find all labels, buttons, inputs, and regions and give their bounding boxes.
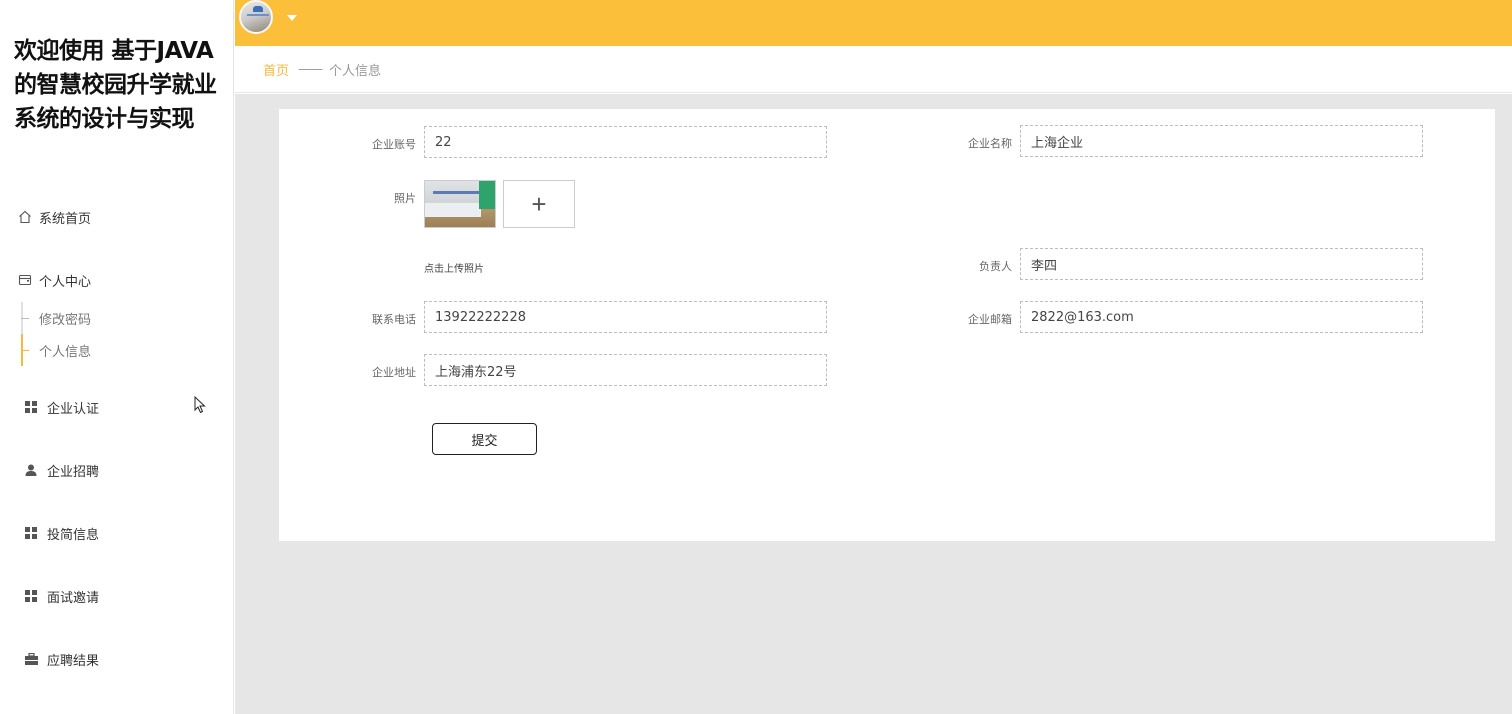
submit-button[interactable]: 提交 [432, 423, 537, 455]
phone-label: 联系电话 [372, 313, 416, 326]
mouse-cursor-icon [194, 396, 206, 414]
photo-thumbnail[interactable] [424, 180, 496, 228]
sidebar-item-label: 个人中心 [39, 274, 92, 290]
photo-label: 照片 [394, 192, 416, 205]
breadcrumb-home-link[interactable]: 首页 [263, 60, 289, 79]
sidebar-item-label: 系统首页 [39, 211, 92, 227]
sidebar-item-label: 应聘结果 [47, 653, 100, 669]
company-name-input[interactable]: 上海企业 [1020, 125, 1423, 157]
sidebar-item-application-results[interactable]: 应聘结果 [0, 644, 234, 674]
upload-hint: 点击上传照片 [424, 264, 484, 275]
account-input[interactable]: 22 [424, 126, 827, 158]
submenu-dash [21, 349, 29, 351]
grid-icon [23, 588, 39, 604]
briefcase-icon [23, 651, 39, 667]
sidebar-subitem-label: 修改密码 [39, 312, 92, 328]
company-name-label: 企业名称 [968, 137, 1012, 150]
top-bar [235, 0, 1512, 46]
wallet-icon [17, 272, 33, 288]
user-avatar[interactable] [239, 0, 273, 34]
sidebar-subitem-personal-info[interactable]: 个人信息 [21, 335, 91, 365]
sidebar-item-resume-submissions[interactable]: 投简信息 [0, 518, 234, 548]
sidebar-item-label: 企业认证 [47, 401, 100, 417]
account-label: 企业账号 [372, 138, 416, 151]
home-icon [17, 209, 33, 225]
photo-green-panel [479, 181, 495, 209]
app-title: 欢迎使用 基于JAVA的智慧校园升学就业系统的设计与实现 [14, 38, 217, 132]
email-input[interactable]: 2822@163.com [1020, 301, 1423, 333]
photo-sign [433, 191, 479, 194]
sidebar-item-label: 面试邀请 [47, 590, 100, 606]
grid-icon [23, 399, 39, 415]
manager-input[interactable]: 李四 [1020, 248, 1423, 280]
grid-icon [23, 525, 39, 541]
phone-input[interactable]: 13922222228 [424, 301, 827, 333]
breadcrumb-current: 个人信息 [329, 63, 382, 79]
sidebar: 欢迎使用 基于JAVA的智慧校园升学就业系统的设计与实现 系统首页 个人中心 修… [0, 0, 234, 714]
sidebar-subitem-label: 个人信息 [39, 344, 92, 360]
photo-wall [425, 203, 481, 217]
breadcrumb-separator: —— [298, 61, 323, 77]
submenu-dash [21, 317, 29, 319]
sidebar-item-home[interactable]: 系统首页 [0, 202, 234, 232]
chevron-down-icon[interactable] [287, 15, 297, 21]
breadcrumb: 首页 —— 个人信息 [235, 46, 1512, 93]
manager-label: 负责人 [979, 260, 1012, 273]
avatar-logo [253, 6, 263, 12]
sidebar-item-company-recruitment[interactable]: 企业招聘 [0, 455, 234, 485]
sidebar-subitem-change-password[interactable]: 修改密码 [21, 303, 91, 333]
email-label: 企业邮箱 [968, 313, 1012, 326]
sidebar-item-label: 企业招聘 [47, 464, 100, 480]
sidebar-item-interview-invitations[interactable]: 面试邀请 [0, 581, 234, 611]
address-label: 企业地址 [372, 366, 416, 379]
sidebar-item-label: 投简信息 [47, 527, 100, 543]
sidebar-item-personal-center[interactable]: 个人中心 [0, 265, 234, 295]
upload-photo-button[interactable]: + [503, 180, 575, 228]
avatar-logo-text [247, 14, 269, 16]
user-icon [23, 462, 39, 478]
address-input[interactable]: 上海浦东22号 [424, 354, 827, 386]
